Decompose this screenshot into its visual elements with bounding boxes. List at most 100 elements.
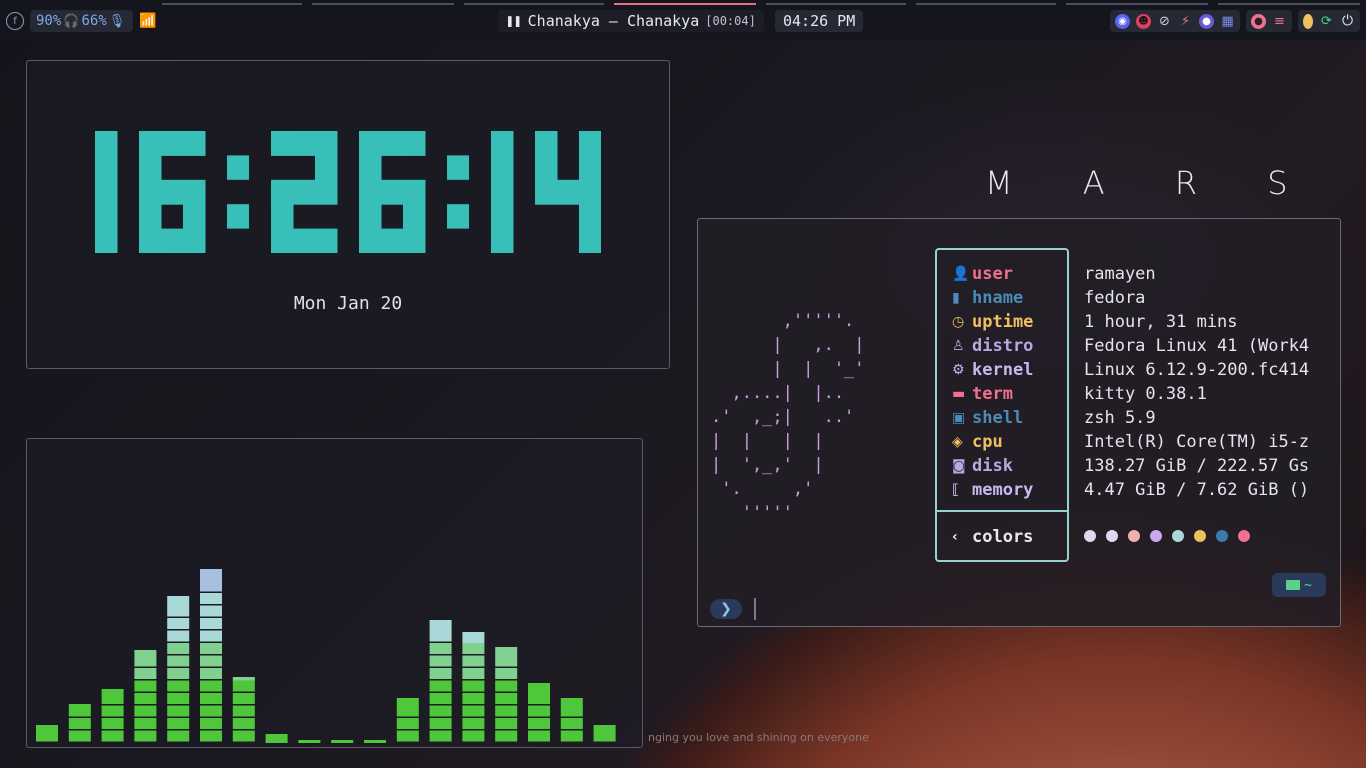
visualizer-bar (331, 740, 354, 743)
color-palette (1084, 530, 1250, 542)
visualizer-bar-segment (232, 718, 255, 729)
bolt-icon[interactable]: ⚡ (1178, 14, 1193, 29)
info-separator (935, 510, 1069, 512)
visualizer-bar-segment (101, 693, 124, 704)
visualizer-bar-segment (429, 693, 452, 704)
fedora-logo-icon[interactable]: f (6, 12, 24, 30)
visualizer-bar-segment (101, 705, 124, 717)
visualizer-bar (101, 689, 124, 742)
avatar-icon[interactable]: ☻ (1136, 13, 1151, 29)
cpu-icon: ◈ (952, 434, 963, 450)
info-value-memory: 4.47 GiB / 7.62 GiB () (1084, 480, 1310, 500)
visualizer-bar-segment (200, 569, 222, 581)
lyrics-ticker: nging you love and shining on everyone (648, 731, 869, 744)
workspace-indicator[interactable] (916, 3, 1056, 5)
system-tray: ◉ ☻ ⊘ ⚡ ● ▦ ● ≡ ⟳ ⏻ (1110, 10, 1360, 32)
visualizer-bar-segment (200, 593, 222, 604)
media-title: Chanakya – Chanakya (527, 12, 700, 30)
visualizer-bar-segment (167, 668, 190, 679)
info-value-term: kitty 0.38.1 (1084, 384, 1207, 404)
pause-icon[interactable]: ❚❚ (506, 14, 522, 29)
color-swatch (1084, 530, 1096, 542)
visualizer-bar-segment (232, 693, 255, 704)
media-time: [00:04] (705, 14, 756, 28)
clock-colon-dot (227, 155, 249, 180)
visualizer-bar-segment (232, 680, 255, 692)
clock-digit-pixel (271, 179, 294, 205)
vpn-icon[interactable]: ● (1199, 13, 1214, 29)
clock-digit-pixel (293, 179, 316, 205)
microphone-icon[interactable]: 🎙 (109, 14, 126, 29)
fedora-ascii-logo: ,'''''. | ,. | | | '_' ,....| |.. .' ,_;… (711, 311, 865, 523)
visualizer-bar-segment (528, 730, 550, 742)
clock-digit-pixel (183, 204, 206, 230)
visualizer-bar (528, 683, 550, 742)
visualizer-bar (232, 677, 255, 742)
visualizer-bar-segment (68, 718, 91, 729)
wifi-icon[interactable]: 📶 (139, 13, 156, 29)
workspace-indicator[interactable] (464, 3, 604, 5)
visualizer-bar-segment (331, 740, 354, 743)
visualizer-bar-segment (528, 718, 550, 729)
visualizer-bar-segment (167, 730, 190, 742)
eye-off-icon[interactable]: ⊘ (1157, 14, 1172, 29)
visualizer-bar-segment (265, 734, 288, 743)
record-icon[interactable]: ● (1251, 13, 1266, 29)
workspace-indicator[interactable] (312, 3, 454, 5)
media-player[interactable]: ❚❚ Chanakya – Chanakya [00:04] (498, 10, 764, 32)
visualizer-bar-segment (298, 740, 321, 743)
status-left: f 90% 🎧 66% 🎙 📶 (6, 10, 157, 32)
clock-digit-pixel (139, 228, 162, 253)
visualizer-bar-segment (429, 655, 452, 667)
notes-icon[interactable]: ≡ (1272, 14, 1287, 29)
info-value-user: ramayen (1084, 264, 1156, 284)
visualizer-bar-segment (167, 596, 190, 606)
clock-digit-pixel (491, 179, 514, 205)
visualizer-bar-segment (232, 677, 255, 681)
moon-icon[interactable] (1303, 13, 1313, 29)
visualizer-bar-segment (134, 655, 157, 667)
visualizer-bar-segment (200, 705, 222, 717)
workspace-indicator[interactable] (766, 3, 906, 5)
visualizer-bars (36, 569, 616, 743)
sync-icon[interactable]: ⟳ (1319, 14, 1334, 29)
clock-digit-pixel (271, 204, 294, 230)
folder-icon (1286, 580, 1301, 590)
visualizer-bar (167, 596, 190, 742)
visualizer-bar-segment (200, 730, 222, 742)
power-icon[interactable]: ⏻ (1340, 13, 1355, 29)
workspace-indicator-active[interactable] (614, 3, 756, 5)
color-swatch (1194, 530, 1206, 542)
uptime-icon: ◷ (952, 314, 965, 330)
workspace-indicator[interactable] (1218, 3, 1360, 5)
visualizer-bar-segment (200, 618, 222, 629)
visualizer-bar-segment (495, 730, 518, 742)
visualizer-bar-segment (167, 605, 190, 617)
clock-digit-pixel (381, 131, 404, 156)
visualizer-bar-segment (134, 680, 157, 692)
workspace-indicator[interactable] (162, 3, 302, 5)
clock-digit-pixel (315, 179, 338, 205)
workspace-indicator[interactable] (1066, 3, 1208, 5)
top-bar: f 90% 🎧 66% 🎙 📶 ❚❚ Chanakya – Chanakya [… (0, 0, 1366, 40)
text-cursor (754, 598, 756, 620)
chip-icon[interactable]: ▦ (1220, 14, 1235, 29)
shell-icon: ▣ (952, 410, 966, 426)
visualizer-bar-segment (462, 680, 485, 692)
visualizer-bar-segment (167, 718, 190, 729)
visualizer-bar-segment (232, 730, 255, 742)
clock-digit-pixel (359, 131, 382, 156)
visualizer-bar-segment (528, 683, 550, 693)
terminal-window[interactable]: ,'''''. | ,. | | | '_' ,....| |.. .' ,_;… (697, 218, 1341, 627)
status-pill[interactable]: 90% 🎧 66% 🎙 (30, 10, 134, 32)
clock-digit-pixel (403, 204, 426, 230)
visualizer-bar-segment (134, 693, 157, 704)
visualizer-bar-segment (68, 705, 91, 717)
visualizer-bar-segment (167, 705, 190, 717)
color-swatch (1150, 530, 1162, 542)
visualizer-bar-segment (560, 698, 583, 706)
visualizer-bar-segment (232, 705, 255, 717)
discord-icon[interactable]: ◉ (1115, 13, 1130, 29)
clock-pill[interactable]: 04:26 PM (775, 10, 864, 32)
info-value-cpu: Intel(R) Core(TM) i5-z (1084, 432, 1310, 452)
